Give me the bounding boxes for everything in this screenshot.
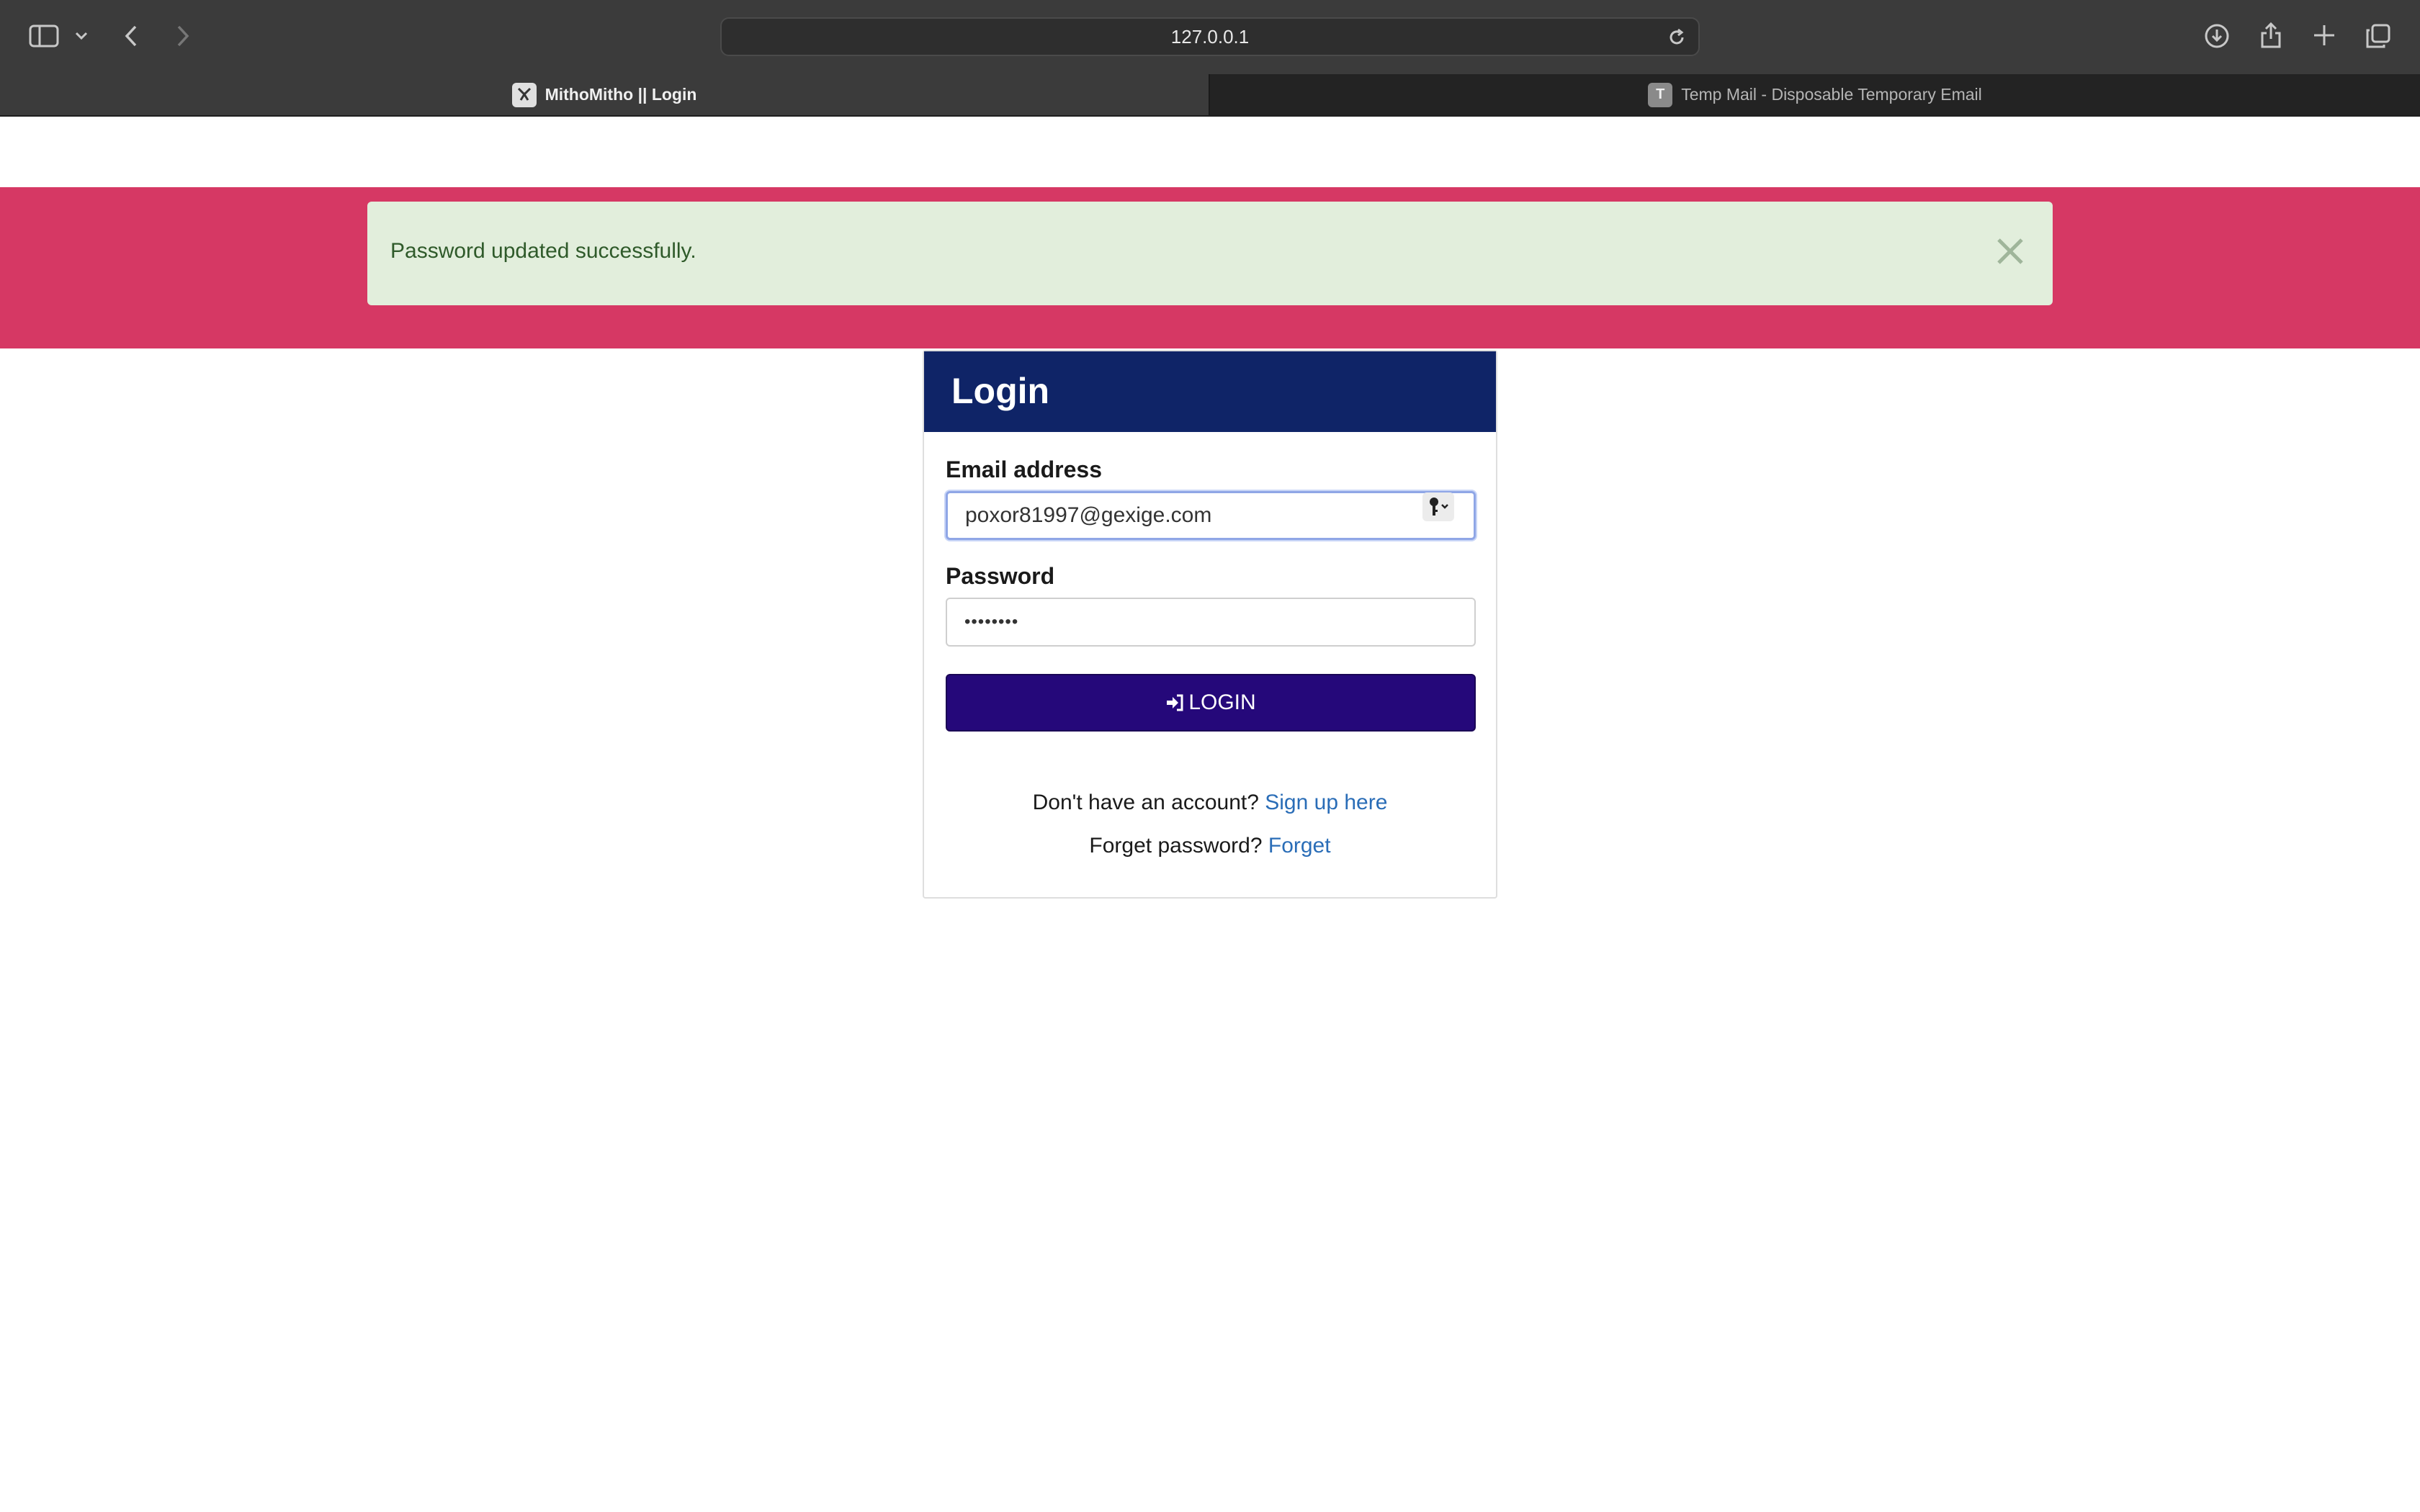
password-masked-value: ••••••••: [964, 612, 1019, 631]
login-button[interactable]: LOGIN: [946, 674, 1476, 732]
tab-strip: MithoMitho || Login T Temp Mail - Dispos…: [0, 74, 2420, 115]
sidebar-toggle-icon[interactable]: [29, 24, 59, 48]
url-text[interactable]: 127.0.0.1: [722, 19, 1698, 55]
share-icon[interactable]: [2260, 22, 2282, 49]
signup-prompt: Don't have an account?: [1032, 791, 1259, 814]
forget-prompt: Forget password?: [1089, 834, 1263, 858]
tab-label: MithoMitho || Login: [544, 85, 697, 104]
download-icon[interactable]: [2204, 23, 2230, 49]
forget-line: Forget password? Forget: [924, 835, 1496, 857]
chevron-down-icon[interactable]: [75, 32, 88, 40]
email-field[interactable]: [946, 491, 1476, 540]
alert-banner: Password updated successfully.: [0, 187, 2420, 348]
browser-toolbar: 127.0.0.1: [0, 0, 2420, 74]
sign-in-icon: [1167, 694, 1183, 711]
login-title: Login: [951, 371, 1050, 411]
mithomitho-favicon-icon: [511, 82, 537, 107]
tab-label: Temp Mail - Disposable Temporary Email: [1681, 85, 1982, 104]
login-card-header: Login: [924, 351, 1496, 432]
alert-message: Password updated successfully.: [390, 239, 696, 263]
tab-overview-icon[interactable]: [2365, 23, 2391, 49]
success-alert: Password updated successfully.: [367, 202, 2053, 305]
temp-mail-favicon-icon: T: [1648, 82, 1673, 107]
email-label: Email address: [946, 456, 1102, 482]
login-card: Login Email address Password •••••••• LO…: [923, 350, 1497, 899]
password-field[interactable]: ••••••••: [946, 598, 1476, 647]
tab-temp-mail[interactable]: T Temp Mail - Disposable Temporary Email: [1210, 74, 2420, 115]
back-icon[interactable]: [124, 24, 138, 48]
forget-link[interactable]: Forget: [1268, 834, 1331, 858]
page-top-border: [0, 115, 2420, 117]
reload-icon[interactable]: [1667, 27, 1687, 51]
signup-link[interactable]: Sign up here: [1265, 791, 1387, 814]
close-icon[interactable]: [1992, 233, 2028, 269]
signup-line: Don't have an account? Sign up here: [924, 792, 1496, 814]
tab-mithomitho-login[interactable]: MithoMitho || Login: [0, 74, 1209, 115]
new-tab-icon[interactable]: [2312, 23, 2336, 48]
password-autofill-key-icon[interactable]: [1422, 492, 1454, 525]
address-bar[interactable]: 127.0.0.1: [720, 17, 1700, 56]
login-button-label: LOGIN: [1188, 690, 1256, 714]
forward-icon[interactable]: [176, 24, 190, 48]
password-label: Password: [946, 563, 1055, 589]
